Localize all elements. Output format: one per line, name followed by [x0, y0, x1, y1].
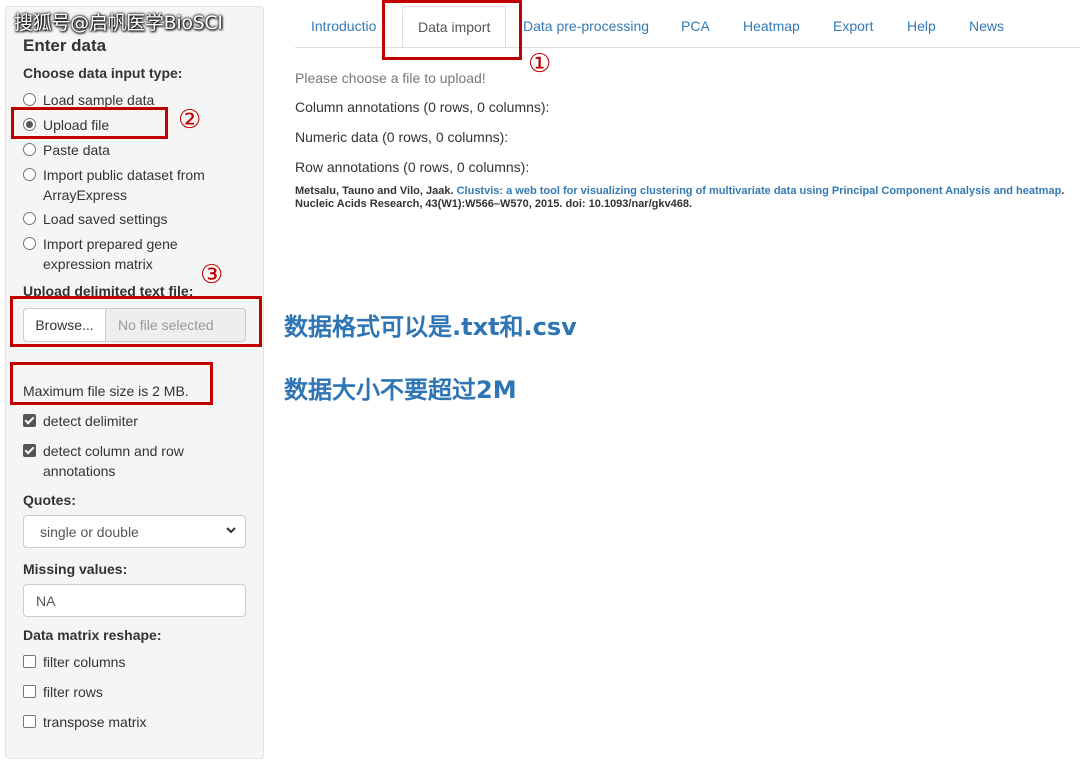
file-name-field[interactable]: No file selected: [106, 308, 246, 342]
tab-heatmap[interactable]: Heatmap: [743, 18, 800, 34]
radio-circle[interactable]: [23, 118, 36, 131]
note-data-size: 数据大小不要超过2M: [284, 376, 517, 404]
checkbox-box[interactable]: [23, 655, 36, 668]
browse-button[interactable]: Browse...: [23, 308, 106, 342]
reshape-label: Data matrix reshape:: [23, 627, 162, 643]
tab-pca[interactable]: PCA: [681, 18, 710, 34]
checkbox-label: detect delimiter: [43, 413, 138, 429]
column-annotations-text: Column annotations (0 rows, 0 columns):: [295, 99, 550, 115]
radio-label: Paste data: [43, 142, 110, 158]
checkbox-filter-columns[interactable]: filter columns: [23, 652, 125, 672]
sidebar-panel: Enter data Choose data input type: Load …: [5, 6, 264, 759]
citation-link[interactable]: Clustvis: a web tool for visualizing clu…: [457, 185, 1062, 197]
checkbox-label: detect column and row annotations: [43, 443, 184, 479]
checkbox-label: filter rows: [43, 684, 103, 700]
radio-label: Upload file: [43, 117, 110, 133]
row-annotations-text: Row annotations (0 rows, 0 columns):: [295, 159, 530, 175]
citation: Metsalu, Tauno and Vilo, Jaak. Clustvis:…: [295, 185, 1075, 211]
input-type-label: Choose data input type:: [23, 65, 183, 81]
checkbox-filter-rows[interactable]: filter rows: [23, 682, 103, 702]
quotes-label: Quotes:: [23, 492, 76, 508]
quotes-select[interactable]: single or double: [23, 515, 246, 548]
watermark: 搜狐号@启帆医学BioSCI: [14, 12, 223, 34]
tab-news[interactable]: News: [969, 18, 1004, 34]
upload-label: Upload delimited text file:: [23, 283, 194, 299]
radio-upload-file[interactable]: Upload file: [23, 115, 109, 135]
radio-import-gene-matrix[interactable]: Import prepared gene expression matrix: [23, 234, 203, 274]
radio-circle[interactable]: [23, 212, 36, 225]
checkbox-detect-delimiter[interactable]: detect delimiter: [23, 411, 138, 431]
choose-file-message: Please choose a file to upload!: [295, 70, 486, 86]
radio-circle[interactable]: [23, 168, 36, 181]
marker-2: ②: [178, 105, 202, 135]
radio-load-saved-settings[interactable]: Load saved settings: [23, 209, 168, 229]
missing-values-label: Missing values:: [23, 561, 128, 577]
radio-load-sample-data[interactable]: Load sample data: [23, 90, 154, 110]
radio-circle[interactable]: [23, 93, 36, 106]
sidebar-title: Enter data: [23, 36, 107, 55]
radio-label: Import prepared gene expression matrix: [43, 236, 178, 272]
max-size-note: Maximum file size is 2 MB.: [23, 383, 189, 399]
checkbox-box[interactable]: [23, 715, 36, 728]
marker-1: ①: [528, 49, 552, 79]
numeric-data-text: Numeric data (0 rows, 0 columns):: [295, 129, 509, 145]
tab-data-import[interactable]: Data import: [402, 6, 507, 47]
chevron-down-icon: [225, 524, 237, 539]
marker-3: ③: [200, 260, 224, 290]
quotes-select-value: single or double: [40, 523, 139, 540]
radio-import-arrayexpress[interactable]: Import public dataset from ArrayExpress: [23, 165, 223, 205]
radio-paste-data[interactable]: Paste data: [23, 140, 110, 160]
checkbox-box[interactable]: [23, 414, 36, 427]
missing-values-input[interactable]: NA: [23, 584, 246, 617]
checkbox-box[interactable]: [23, 685, 36, 698]
radio-circle[interactable]: [23, 237, 36, 250]
tab-data-pre-processing[interactable]: Data pre-processing: [523, 18, 649, 34]
tab-introduction[interactable]: Introductio: [311, 18, 376, 34]
tab-bar: Introductio Data import Data pre-process…: [295, 0, 1080, 48]
radio-label: Load sample data: [43, 92, 155, 108]
checkbox-transpose-matrix[interactable]: transpose matrix: [23, 712, 146, 732]
file-input-group[interactable]: Browse... No file selected: [23, 308, 246, 342]
checkbox-detect-annotations[interactable]: detect column and row annotations: [23, 441, 198, 481]
checkbox-box[interactable]: [23, 444, 36, 457]
tab-export[interactable]: Export: [833, 18, 873, 34]
checkbox-label: filter columns: [43, 654, 126, 670]
citation-authors: Metsalu, Tauno and Vilo, Jaak.: [295, 185, 454, 197]
radio-circle[interactable]: [23, 143, 36, 156]
radio-label: Import public dataset from ArrayExpress: [43, 167, 205, 203]
tab-help[interactable]: Help: [907, 18, 936, 34]
note-data-format: 数据格式可以是.txt和.csv: [284, 313, 577, 341]
radio-label: Load saved settings: [43, 211, 168, 227]
checkbox-label: transpose matrix: [43, 714, 147, 730]
